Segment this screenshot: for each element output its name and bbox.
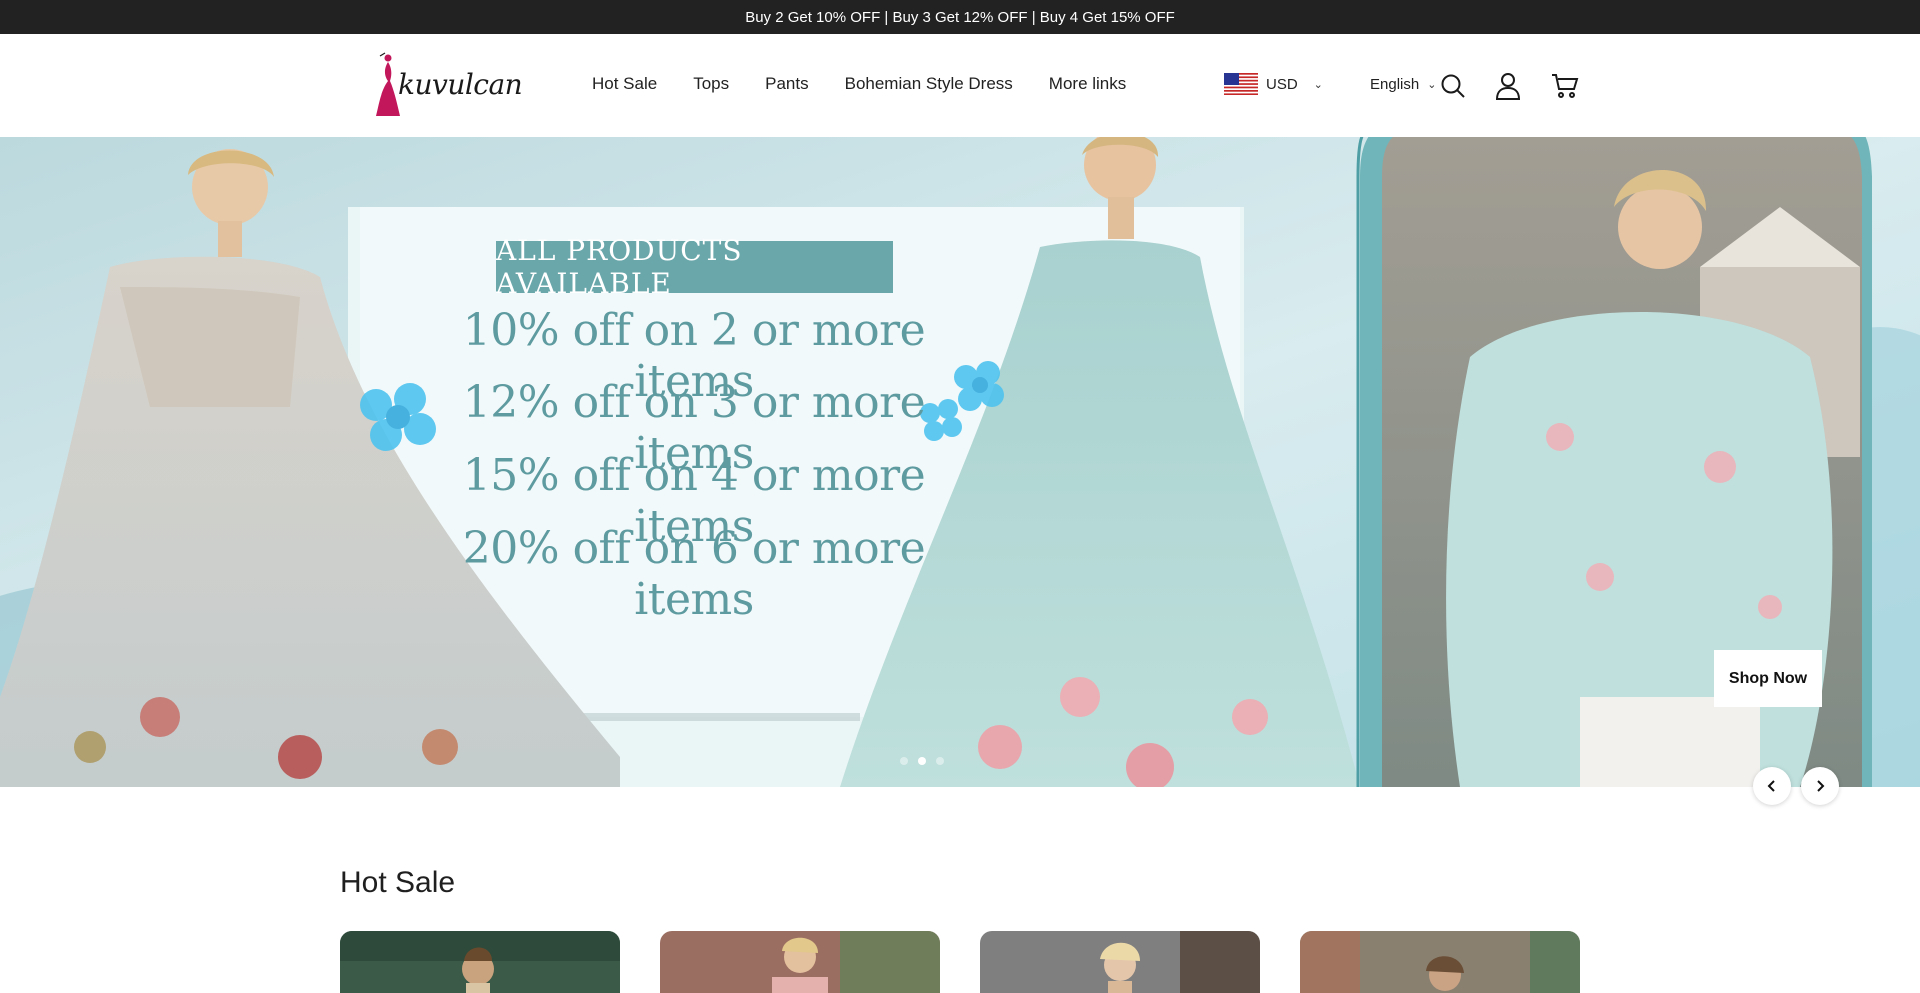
nav-tops[interactable]: Tops: [693, 74, 729, 94]
search-icon[interactable]: [1438, 71, 1468, 101]
chevron-down-icon: ⌄: [1313, 78, 1323, 91]
hero-banner: ALL PRODUCTS AVAILABLE 10% off on 2 or m…: [0, 137, 1920, 787]
product-card[interactable]: [980, 931, 1260, 993]
logo-text[interactable]: kuvulcan: [398, 68, 523, 101]
cart-icon[interactable]: [1550, 71, 1580, 101]
product-card[interactable]: [1300, 931, 1580, 993]
nav-pants[interactable]: Pants: [765, 74, 808, 94]
currency-selector[interactable]: USD ⌄: [1224, 73, 1323, 95]
product-image: [340, 931, 620, 993]
nav-bohemian-style-dress[interactable]: Bohemian Style Dress: [845, 74, 1013, 94]
section-title-hot-sale: Hot Sale: [340, 866, 456, 899]
main-nav: Hot Sale Tops Pants Bohemian Style Dress…: [592, 74, 1162, 94]
announcement-bar: Buy 2 Get 10% OFF | Buy 3 Get 12% OFF | …: [0, 0, 1920, 34]
site-header: kuvulcan Hot Sale Tops Pants Bohemian St…: [0, 34, 1920, 137]
slide-dot[interactable]: [936, 757, 944, 765]
product-card[interactable]: [340, 931, 620, 993]
shop-now-button[interactable]: Shop Now: [1714, 650, 1822, 707]
account-icon[interactable]: [1493, 71, 1523, 101]
promo-line-4: 20% off on 6 or more items: [462, 523, 926, 625]
product-image: [980, 931, 1260, 993]
next-slide-button[interactable]: [1801, 767, 1839, 805]
hero-image: [0, 137, 1920, 787]
product-image: [1300, 931, 1580, 993]
slide-dot[interactable]: [918, 757, 926, 765]
chevron-left-icon: [1767, 780, 1775, 792]
language-selector[interactable]: English ⌄: [1370, 76, 1436, 93]
language-label: English: [1370, 76, 1420, 93]
prev-slide-button[interactable]: [1753, 767, 1791, 805]
promo-title: ALL PRODUCTS AVAILABLE: [496, 234, 893, 300]
slide-dot[interactable]: [900, 757, 908, 765]
us-flag-icon: [1224, 73, 1258, 95]
chevron-right-icon: [1817, 780, 1825, 792]
nav-more-links[interactable]: More links: [1049, 74, 1126, 94]
nav-hot-sale[interactable]: Hot Sale: [592, 74, 657, 94]
slide-indicator: [900, 757, 944, 765]
currency-label: USD: [1266, 75, 1298, 93]
chevron-down-icon: ⌄: [1427, 79, 1437, 91]
product-card[interactable]: [660, 931, 940, 993]
product-image: [660, 931, 940, 993]
announcement-text: Buy 2 Get 10% OFF | Buy 3 Get 12% OFF | …: [745, 8, 1175, 26]
